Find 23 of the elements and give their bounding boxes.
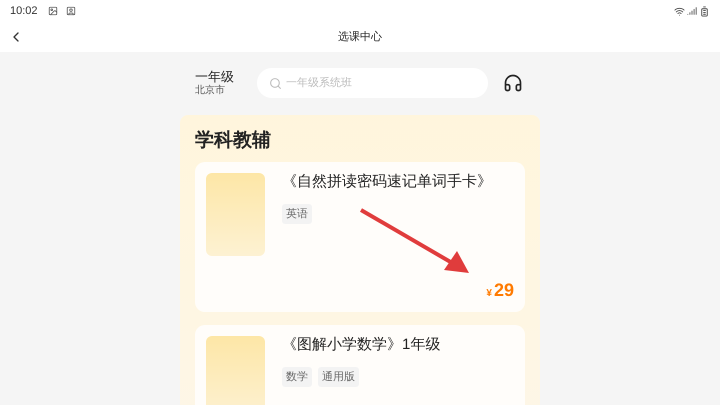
search-icon (269, 77, 282, 90)
image-icon (48, 6, 58, 16)
product-title: 《图解小学数学》1年级 (282, 335, 440, 355)
product-title: 《自然拼读密码速记单词手卡》 (282, 172, 492, 192)
section-title: 学科教辅 (195, 129, 272, 153)
product-card[interactable]: 《自然拼读密码速记单词手卡》 英语 ¥29 (195, 162, 525, 312)
notification-icon (66, 6, 76, 16)
battery-icon (699, 6, 710, 16)
headset-icon[interactable] (503, 73, 523, 93)
signal-icon (687, 6, 697, 16)
page-title: 选课中心 (338, 30, 382, 45)
product-card[interactable]: 《图解小学数学》1年级 数学 通用版 (195, 325, 525, 405)
product-tag: 英语 (282, 204, 312, 224)
arrow-icon (358, 207, 472, 275)
wifi-icon (674, 6, 685, 16)
search-field[interactable]: 一年级系统班 (257, 68, 488, 98)
location-selector[interactable]: 一年级 北京市 (195, 69, 251, 97)
product-tag: 数学 (282, 367, 312, 387)
book-cover (206, 336, 265, 405)
price: 29 (494, 279, 514, 302)
product-tag: 通用版 (318, 367, 359, 387)
price-currency: ¥ (486, 287, 492, 301)
status-time: 10:02 (10, 4, 38, 19)
